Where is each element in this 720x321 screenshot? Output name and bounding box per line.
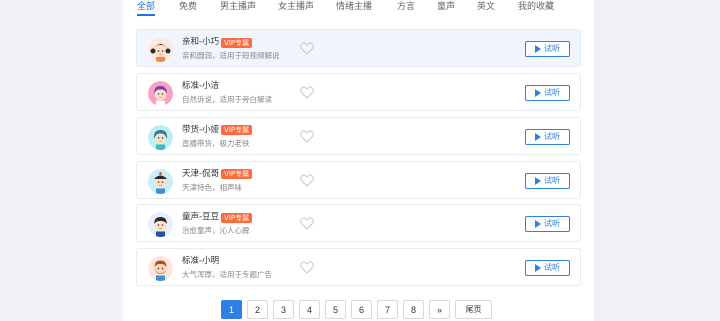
vip-badge: VIP专属 — [221, 125, 253, 136]
voice-row[interactable]: 标准-小明大气浑厚，适用于专题广告 试听 — [136, 248, 581, 287]
page-button-6[interactable]: 6 — [351, 300, 372, 319]
voice-name: 亲和-小巧 VIP专属 — [182, 37, 253, 48]
voice-name-text: 亲和-小巧 — [182, 37, 220, 47]
heart-icon[interactable] — [300, 174, 314, 187]
next-page-button[interactable]: » — [429, 300, 450, 319]
heart-icon[interactable] — [300, 86, 314, 99]
page-button-4[interactable]: 4 — [299, 300, 320, 319]
heart-icon[interactable] — [300, 42, 314, 55]
voice-row[interactable]: 带货-小娅 VIP专属 直播带货，极力老铁 试听 — [136, 116, 581, 155]
voice-name-text: 天津-侃哥 — [182, 168, 220, 179]
man-beard-avatar — [148, 256, 173, 282]
last-page-button[interactable]: 尾页 — [455, 300, 492, 319]
voice-name: 童声-豆豆 VIP专属 — [182, 212, 253, 223]
tab-8[interactable]: 我的收藏 — [518, 0, 554, 16]
play-icon — [535, 264, 541, 273]
girl-purple-avatar — [148, 81, 173, 106]
voice-row[interactable]: 童声-豆豆 VIP专属 治愈童声，沁人心脾 试听 — [136, 204, 581, 243]
voice-row[interactable]: 亲和-小巧 VIP专属亲和圆润，适用于短视频解说 试听 — [136, 29, 581, 67]
play-icon — [535, 45, 541, 53]
voice-name-text: 带货-小娅 — [182, 124, 220, 135]
voice-description: 自然诉说，适用于旁白解读 — [182, 95, 272, 104]
voice-name: 标准-小明 — [182, 256, 219, 267]
tab-5[interactable]: 方言 — [397, 0, 415, 16]
voice-row[interactable]: 天津-侃哥 VIP专属 天津特色，相声味 试听 — [136, 160, 581, 199]
page-button-7[interactable]: 7 — [377, 300, 398, 319]
boy-avatar — [148, 212, 173, 238]
page-button-2[interactable]: 2 — [247, 300, 268, 319]
voice-name-text: 童声-豆豆 — [182, 212, 220, 223]
voice-description: 直播带货，极力老铁 — [182, 138, 250, 148]
voice-description: 天津特色，相声味 — [182, 182, 242, 192]
try-listen-button[interactable]: 试听 — [525, 216, 570, 233]
voice-description: 治愈童声，沁人心脾 — [182, 226, 250, 236]
try-listen-label: 试听 — [544, 88, 560, 97]
voice-name: 带货-小娅 VIP专属 — [182, 124, 253, 136]
try-listen-label: 试听 — [544, 263, 560, 273]
play-icon — [535, 89, 541, 97]
voice-name-text: 标准-小明 — [182, 256, 220, 267]
heart-icon[interactable] — [300, 261, 314, 274]
voice-name: 天津-侃哥 VIP专属 — [182, 168, 253, 180]
tab-7[interactable]: 英文 — [477, 0, 495, 16]
try-listen-label: 试听 — [544, 219, 560, 229]
try-listen-button[interactable]: 试听 — [525, 128, 570, 145]
vip-badge: VIP专属 — [221, 212, 253, 223]
tab-6[interactable]: 童声 — [437, 0, 455, 16]
vip-badge: VIP专属 — [221, 169, 253, 180]
voice-panel: 全部 免费 男主播声 女主播声 情绪主播 方言 童声 英文 我的收藏 亲和-小巧 VIP专属 亲和圆… — [123, 0, 594, 321]
try-listen-label: 试听 — [544, 175, 560, 185]
pagination: 1 2 3 4 5 6 7 8 » 尾页 — [221, 300, 492, 319]
try-listen-label: 试听 — [544, 131, 560, 141]
girl-pigtails-avatar — [148, 37, 173, 62]
try-listen-label: 试听 — [544, 44, 560, 53]
tab-3[interactable]: 女主播声 — [278, 0, 314, 16]
tab-4[interactable]: 情绪主播 — [336, 0, 372, 16]
try-listen-button[interactable]: 试听 — [525, 172, 570, 189]
tab-1[interactable]: 免费 — [179, 0, 197, 16]
try-listen-button[interactable]: 试听 — [525, 41, 570, 57]
page-button-1[interactable]: 1 — [221, 300, 242, 319]
voice-name: 标准-小洁 — [182, 81, 219, 92]
voice-row[interactable]: 标准-小洁自然诉说，适用于旁白解读 试听 — [136, 73, 581, 111]
page-button-8[interactable]: 8 — [403, 300, 424, 319]
voice-name-text: 标准-小洁 — [182, 81, 220, 91]
heart-icon[interactable] — [300, 130, 314, 143]
vip-badge: VIP专属 — [221, 37, 253, 48]
play-icon — [535, 132, 541, 141]
try-listen-button[interactable]: 试听 — [525, 260, 570, 277]
voice-description: 大气浑厚，适用于专题广告 — [182, 270, 272, 280]
play-icon — [535, 176, 541, 185]
tab-2[interactable]: 男主播声 — [220, 0, 256, 16]
page-button-5[interactable]: 5 — [325, 300, 346, 319]
try-listen-button[interactable]: 试听 — [525, 85, 570, 101]
tab-0[interactable]: 全部 — [137, 0, 156, 16]
girl-teal-avatar — [148, 124, 173, 150]
play-icon — [535, 220, 541, 229]
voice-list: 亲和-小巧 VIP专属 亲和圆润，适用于短视频解说 试听 标准-小洁 自然诉说，适用于旁白… — [136, 29, 581, 292]
man-cap-avatar — [148, 168, 173, 194]
heart-icon[interactable] — [300, 217, 314, 231]
page-button-3[interactable]: 3 — [273, 300, 294, 319]
voice-description: 亲和圆润，适用于短视频解说 — [182, 51, 280, 60]
